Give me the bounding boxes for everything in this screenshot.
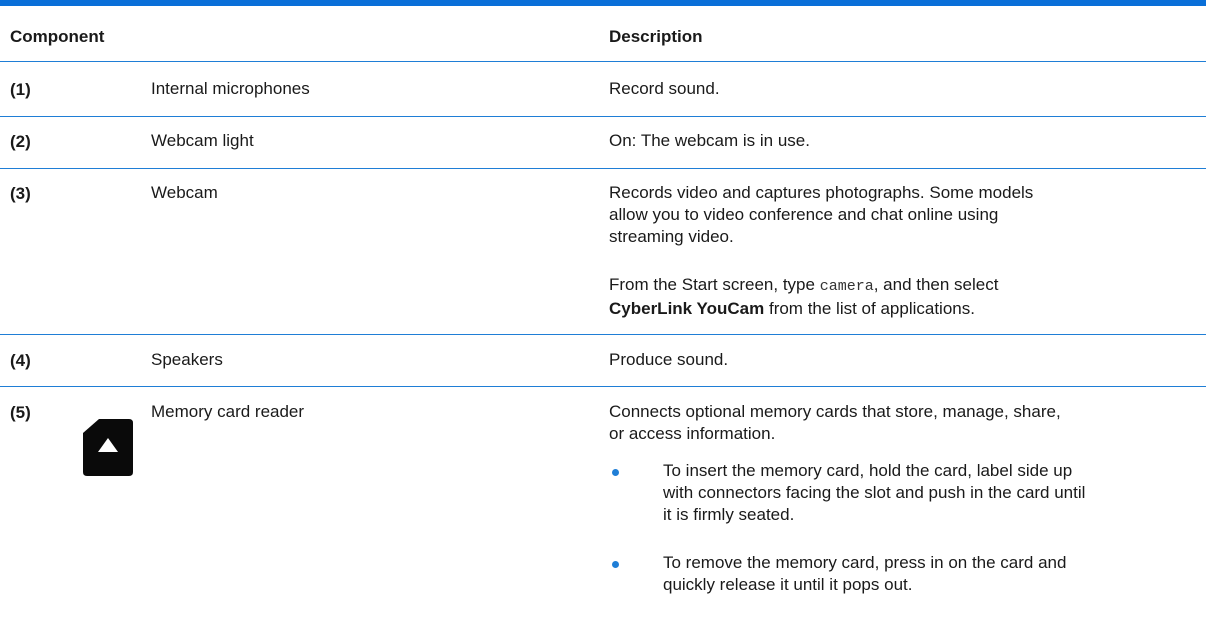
bullet-line: To insert the memory card, hold the card… — [663, 461, 1073, 480]
note-app-name: CyberLink YouCam — [609, 299, 765, 318]
bullet-line: with connectors facing the slot and push… — [663, 483, 1086, 502]
header-rule — [0, 61, 1206, 62]
bullet-line: it is firmly seated. — [663, 505, 795, 524]
row-1-number: (1) — [10, 80, 31, 99]
header-description: Description — [609, 27, 703, 46]
description-line: or access information. — [609, 424, 776, 443]
note-text: From the Start screen, type — [609, 275, 820, 294]
row-3-note: From the Start screen, type camera, and … — [609, 274, 998, 320]
header-component: Component — [10, 27, 105, 46]
bullet-item: To remove the memory card, press in on t… — [663, 552, 1066, 596]
row-divider — [0, 334, 1206, 335]
memory-card-icon — [83, 419, 133, 476]
note-text: from the list of applications. — [764, 299, 975, 318]
note-line-2: CyberLink YouCam from the list of applic… — [609, 298, 998, 320]
top-accent-bar — [0, 0, 1206, 6]
description-line: Connects optional memory cards that stor… — [609, 402, 1061, 421]
row-3-component: Webcam — [151, 183, 218, 202]
row-divider — [0, 116, 1206, 117]
row-divider — [0, 386, 1206, 387]
bullet-line: To remove the memory card, press in on t… — [663, 553, 1067, 572]
row-1-component: Internal microphones — [151, 79, 310, 98]
description-line: Records video and captures photographs. … — [609, 183, 1034, 202]
row-4-number: (4) — [10, 351, 31, 370]
row-2-description: On: The webcam is in use. — [609, 131, 810, 150]
row-3-number: (3) — [10, 184, 31, 203]
bullet-item: To insert the memory card, hold the card… — [663, 460, 1085, 526]
row-4-description: Produce sound. — [609, 350, 729, 369]
row-5-number: (5) — [10, 403, 31, 422]
description-line: streaming video. — [609, 227, 734, 246]
row-4-component: Speakers — [151, 350, 223, 369]
bullet-icon — [612, 469, 619, 476]
row-5-component: Memory card reader — [151, 402, 305, 421]
bullet-line: quickly release it until it pops out. — [663, 575, 913, 594]
note-text: , and then select — [873, 275, 999, 294]
description-line: allow you to video conference and chat o… — [609, 205, 999, 224]
row-1-description: Record sound. — [609, 79, 720, 98]
row-divider — [0, 168, 1206, 169]
note-line-1: From the Start screen, type camera, and … — [609, 274, 998, 298]
bullet-icon — [612, 561, 619, 568]
row-5-description: Connects optional memory cards that stor… — [609, 401, 1061, 445]
row-2-number: (2) — [10, 132, 31, 151]
row-3-description: Records video and captures photographs. … — [609, 182, 1033, 248]
row-2-component: Webcam light — [151, 131, 254, 150]
note-code: camera — [819, 278, 874, 295]
